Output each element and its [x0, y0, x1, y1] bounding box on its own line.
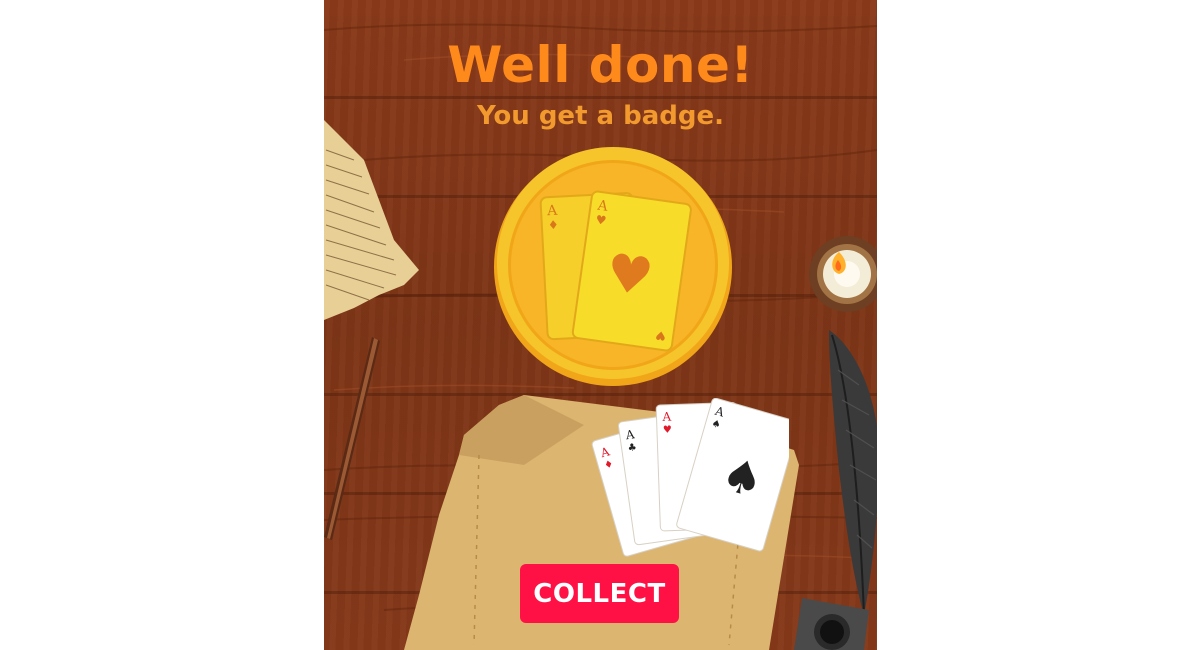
- reward-subtitle: You get a badge.: [476, 101, 725, 131]
- feather-quill: [829, 330, 877, 616]
- heart-icon: ♥: [602, 243, 657, 309]
- reward-title: Well done!: [447, 36, 754, 94]
- svg-text:♥: ♥: [654, 328, 667, 343]
- svg-text:♣: ♣: [627, 442, 637, 454]
- game-panel: A ♦ A ♣ A ♥ A ♠ ♠ A ♦ A ♥ ♥ ♥ Well done!…: [324, 0, 877, 650]
- ace-cards-hand: A ♦ A ♣ A ♥ A ♠ ♠: [591, 398, 789, 557]
- collect-button[interactable]: COLLECT: [520, 564, 679, 623]
- ink-pot: [794, 598, 869, 650]
- svg-text:♦: ♦: [547, 218, 558, 233]
- svg-text:♥: ♥: [663, 425, 672, 436]
- wooden-stick: [324, 337, 380, 540]
- badge-front-card: A ♥ ♥ ♥: [571, 190, 692, 352]
- card-rank-label: A: [661, 410, 671, 424]
- badge-coin: A ♦ A ♥ ♥ ♥: [494, 147, 732, 386]
- candle: [809, 236, 877, 312]
- parchment-scroll: [324, 120, 419, 320]
- svg-text:♥: ♥: [595, 213, 608, 228]
